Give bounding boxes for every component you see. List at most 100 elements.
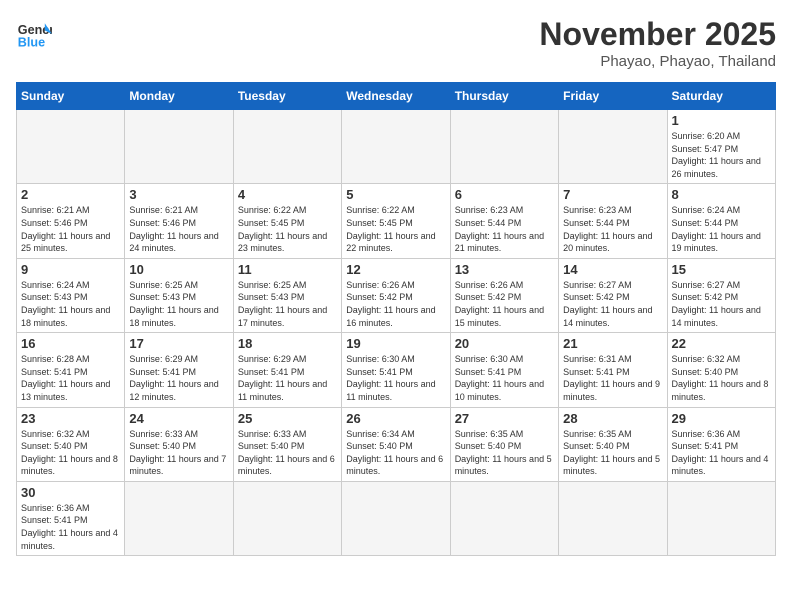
table-row: 7 Sunrise: 6:23 AMSunset: 5:44 PMDaylight… (559, 184, 667, 258)
svg-text:Blue: Blue (18, 36, 45, 50)
day-number: 5 (346, 187, 445, 202)
day-number: 10 (129, 262, 228, 277)
calendar-week-row: 1 Sunrise: 6:20 AMSunset: 5:47 PMDaylight… (17, 110, 776, 184)
header-tuesday: Tuesday (233, 83, 341, 110)
table-row: 22Sunrise: 6:32 AMSunset: 5:40 PMDayligh… (667, 333, 775, 407)
table-row: 3 Sunrise: 6:21 AMSunset: 5:46 PMDaylight… (125, 184, 233, 258)
day-number: 20 (455, 336, 554, 351)
day-info: Sunrise: 6:25 AMSunset: 5:43 PMDaylight:… (129, 279, 228, 329)
table-row: 26Sunrise: 6:34 AMSunset: 5:40 PMDayligh… (342, 407, 450, 481)
day-number: 15 (672, 262, 771, 277)
header-sunday: Sunday (17, 83, 125, 110)
day-info: Sunrise: 6:30 AMSunset: 5:41 PMDaylight:… (346, 353, 445, 403)
day-number: 3 (129, 187, 228, 202)
day-info: Sunrise: 6:29 AMSunset: 5:41 PMDaylight:… (238, 353, 337, 403)
day-info: Sunrise: 6:25 AMSunset: 5:43 PMDaylight:… (238, 279, 337, 329)
empty-cell (559, 110, 667, 184)
day-info: Sunrise: 6:21 AMSunset: 5:46 PMDaylight:… (21, 204, 120, 254)
day-number: 2 (21, 187, 120, 202)
table-row: 4Sunrise: 6:22 AMSunset: 5:45 PMDaylight… (233, 184, 341, 258)
table-row: 11 Sunrise: 6:25 AMSunset: 5:43 PMDayligh… (233, 258, 341, 332)
day-info: Sunrise: 6:32 AMSunset: 5:40 PMDaylight:… (21, 428, 120, 478)
table-row: 14 Sunrise: 6:27 AMSunset: 5:42 PMDayligh… (559, 258, 667, 332)
table-row: 8 Sunrise: 6:24 AMSunset: 5:44 PMDaylight… (667, 184, 775, 258)
day-info: Sunrise: 6:28 AMSunset: 5:41 PMDaylight:… (21, 353, 120, 403)
day-number: 12 (346, 262, 445, 277)
calendar-week-row: 16 Sunrise: 6:28 AMSunset: 5:41 PMDayligh… (17, 333, 776, 407)
calendar-week-row: 9Sunrise: 6:24 AMSunset: 5:43 PMDaylight… (17, 258, 776, 332)
empty-cell (667, 481, 775, 555)
table-row: 29 Sunrise: 6:36 AMSunset: 5:41 PMDayligh… (667, 407, 775, 481)
empty-cell (233, 110, 341, 184)
empty-cell (125, 110, 233, 184)
table-row: 21 Sunrise: 6:31 AMSunset: 5:41 PMDayligh… (559, 333, 667, 407)
day-number: 30 (21, 485, 120, 500)
table-row: 28 Sunrise: 6:35 AMSunset: 5:40 PMDayligh… (559, 407, 667, 481)
table-row: 16 Sunrise: 6:28 AMSunset: 5:41 PMDayligh… (17, 333, 125, 407)
day-number: 1 (672, 113, 771, 128)
day-info: Sunrise: 6:33 AMSunset: 5:40 PMDaylight:… (238, 428, 337, 478)
day-number: 7 (563, 187, 662, 202)
day-number: 17 (129, 336, 228, 351)
day-number: 19 (346, 336, 445, 351)
table-row: 6 Sunrise: 6:23 AMSunset: 5:44 PMDaylight… (450, 184, 558, 258)
calendar-header-row: Sunday Monday Tuesday Wednesday Thursday… (17, 83, 776, 110)
day-info: Sunrise: 6:35 AMSunset: 5:40 PMDaylight:… (563, 428, 662, 478)
table-row: 12 Sunrise: 6:26 AMSunset: 5:42 PMDayligh… (342, 258, 450, 332)
day-info: Sunrise: 6:23 AMSunset: 5:44 PMDaylight:… (563, 204, 662, 254)
table-row: 23Sunrise: 6:32 AMSunset: 5:40 PMDayligh… (17, 407, 125, 481)
calendar-table: Sunday Monday Tuesday Wednesday Thursday… (16, 82, 776, 556)
day-info: Sunrise: 6:36 AMSunset: 5:41 PMDaylight:… (672, 428, 771, 478)
table-row: 24Sunrise: 6:33 AMSunset: 5:40 PMDayligh… (125, 407, 233, 481)
header-wednesday: Wednesday (342, 83, 450, 110)
day-number: 16 (21, 336, 120, 351)
day-number: 6 (455, 187, 554, 202)
day-info: Sunrise: 6:35 AMSunset: 5:40 PMDaylight:… (455, 428, 554, 478)
table-row: 2 Sunrise: 6:21 AMSunset: 5:46 PMDaylight… (17, 184, 125, 258)
day-info: Sunrise: 6:31 AMSunset: 5:41 PMDaylight:… (563, 353, 662, 403)
header-friday: Friday (559, 83, 667, 110)
day-info: Sunrise: 6:21 AMSunset: 5:46 PMDaylight:… (129, 204, 228, 254)
empty-cell (450, 481, 558, 555)
calendar-week-row: 2 Sunrise: 6:21 AMSunset: 5:46 PMDaylight… (17, 184, 776, 258)
calendar-week-row: 30Sunrise: 6:36 AMSunset: 5:41 PMDayligh… (17, 481, 776, 555)
table-row: 10 Sunrise: 6:25 AMSunset: 5:43 PMDayligh… (125, 258, 233, 332)
logo-icon: General Blue (16, 16, 52, 52)
table-row: 15 Sunrise: 6:27 AMSunset: 5:42 PMDayligh… (667, 258, 775, 332)
day-info: Sunrise: 6:20 AMSunset: 5:47 PMDaylight:… (672, 130, 771, 180)
day-number: 27 (455, 411, 554, 426)
table-row: 5Sunrise: 6:22 AMSunset: 5:45 PMDaylight… (342, 184, 450, 258)
table-row: 19 Sunrise: 6:30 AMSunset: 5:41 PMDayligh… (342, 333, 450, 407)
day-info: Sunrise: 6:23 AMSunset: 5:44 PMDaylight:… (455, 204, 554, 254)
location-title: Phayao, Phayao, Thailand (539, 53, 776, 70)
table-row: 9Sunrise: 6:24 AMSunset: 5:43 PMDaylight… (17, 258, 125, 332)
day-number: 25 (238, 411, 337, 426)
page-header: General Blue November 2025 Phayao, Phaya… (16, 16, 776, 70)
day-info: Sunrise: 6:24 AMSunset: 5:43 PMDaylight:… (21, 279, 120, 329)
empty-cell (559, 481, 667, 555)
title-block: November 2025 Phayao, Phayao, Thailand (539, 16, 776, 70)
day-number: 28 (563, 411, 662, 426)
day-number: 22 (672, 336, 771, 351)
empty-cell (233, 481, 341, 555)
day-number: 14 (563, 262, 662, 277)
day-info: Sunrise: 6:27 AMSunset: 5:42 PMDaylight:… (672, 279, 771, 329)
day-number: 29 (672, 411, 771, 426)
day-number: 13 (455, 262, 554, 277)
table-row: 1 Sunrise: 6:20 AMSunset: 5:47 PMDaylight… (667, 110, 775, 184)
day-number: 4 (238, 187, 337, 202)
day-info: Sunrise: 6:26 AMSunset: 5:42 PMDaylight:… (346, 279, 445, 329)
day-number: 21 (563, 336, 662, 351)
empty-cell (450, 110, 558, 184)
table-row: 30Sunrise: 6:36 AMSunset: 5:41 PMDayligh… (17, 481, 125, 555)
calendar-week-row: 23Sunrise: 6:32 AMSunset: 5:40 PMDayligh… (17, 407, 776, 481)
empty-cell (125, 481, 233, 555)
table-row: 18 Sunrise: 6:29 AMSunset: 5:41 PMDayligh… (233, 333, 341, 407)
day-info: Sunrise: 6:30 AMSunset: 5:41 PMDaylight:… (455, 353, 554, 403)
day-info: Sunrise: 6:27 AMSunset: 5:42 PMDaylight:… (563, 279, 662, 329)
day-number: 8 (672, 187, 771, 202)
table-row: 25 Sunrise: 6:33 AMSunset: 5:40 PMDayligh… (233, 407, 341, 481)
day-info: Sunrise: 6:24 AMSunset: 5:44 PMDaylight:… (672, 204, 771, 254)
day-number: 18 (238, 336, 337, 351)
day-number: 11 (238, 262, 337, 277)
